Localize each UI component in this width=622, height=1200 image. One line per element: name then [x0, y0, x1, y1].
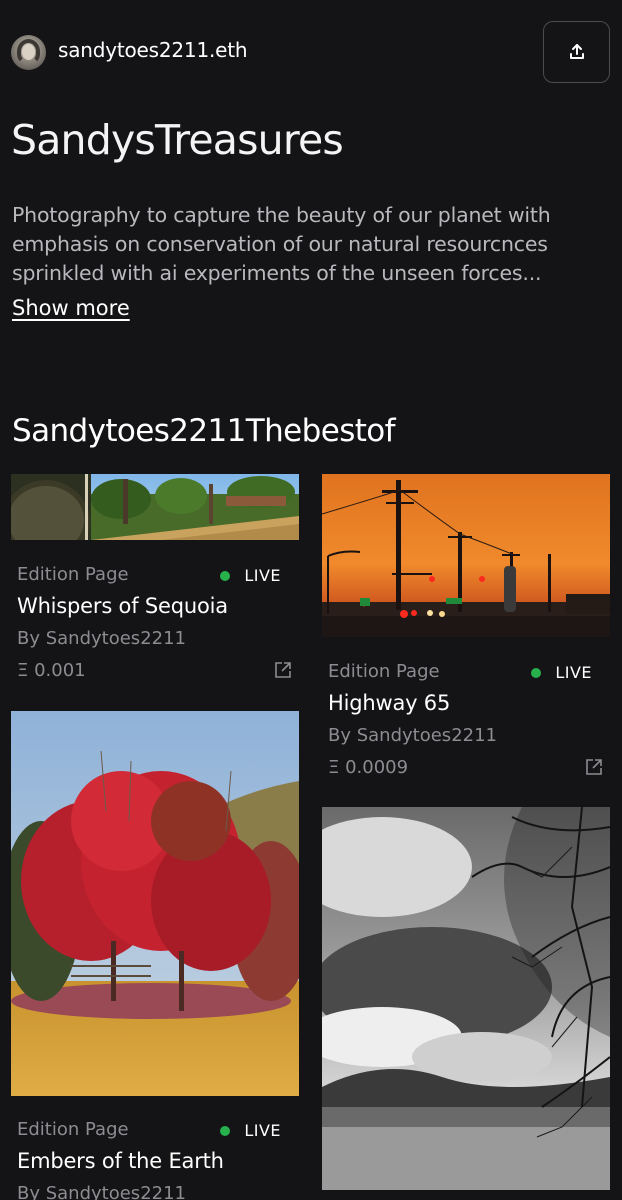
- nft-card[interactable]: Edition Page LIVE Highway 65 By Sandytoe…: [322, 474, 610, 784]
- collection-page: sandytoes2211.eth SandysTreasures Photog…: [0, 0, 622, 1200]
- avatar[interactable]: [11, 35, 46, 70]
- card-title[interactable]: Embers of the Earth: [17, 1149, 224, 1173]
- card-image-highway[interactable]: [322, 474, 610, 637]
- collection-title: SandysTreasures: [11, 116, 344, 164]
- card-meta: Edition Page LIVE Embers of the Earth By…: [17, 1119, 293, 1200]
- nft-card[interactable]: Edition Page LIVE Whispers of Sequoia By…: [11, 474, 299, 684]
- live-dot-icon: [220, 570, 231, 581]
- owner-name[interactable]: sandytoes2211.eth: [58, 38, 248, 62]
- external-link-icon[interactable]: [273, 660, 293, 680]
- live-badge: LIVE: [220, 566, 281, 585]
- card-image-embers[interactable]: [11, 711, 299, 1096]
- card-author[interactable]: By Sandytoes2211: [17, 628, 186, 649]
- collection-description: Photography to capture the beauty of our…: [12, 203, 551, 285]
- card-author[interactable]: By Sandytoes2211: [328, 725, 497, 746]
- card-meta: Edition Page LIVE Highway 65 By Sandytoe…: [328, 661, 604, 781]
- share-upload-icon: [569, 44, 584, 59]
- show-more-link[interactable]: Show more: [12, 296, 130, 320]
- card-kind: Edition Page: [17, 564, 129, 585]
- card-price: Ξ 0.0009: [328, 757, 409, 778]
- live-dot-icon: [220, 1125, 231, 1136]
- card-kind: Edition Page: [328, 661, 440, 682]
- card-author[interactable]: By Sandytoes2211: [17, 1183, 186, 1200]
- card-price: Ξ 0.001: [17, 660, 86, 681]
- header: sandytoes2211.eth: [0, 0, 622, 100]
- live-dot-icon: [531, 667, 542, 678]
- nft-card[interactable]: Edition Page LIVE Embers of the Earth By…: [11, 711, 299, 1200]
- section-title: Sandytoes2211Thebestof: [12, 413, 396, 449]
- card-kind: Edition Page: [17, 1119, 129, 1140]
- nft-card[interactable]: [322, 807, 610, 1200]
- card-meta: Edition Page LIVE Whispers of Sequoia By…: [17, 564, 293, 684]
- card-image-sequoia[interactable]: [11, 474, 299, 540]
- share-button[interactable]: [543, 21, 610, 83]
- live-badge: LIVE: [531, 663, 592, 682]
- card-title[interactable]: Highway 65: [328, 691, 450, 715]
- live-badge: LIVE: [220, 1121, 281, 1140]
- card-image-clouds[interactable]: [322, 807, 610, 1190]
- card-title[interactable]: Whispers of Sequoia: [17, 594, 228, 618]
- external-link-icon[interactable]: [584, 757, 604, 777]
